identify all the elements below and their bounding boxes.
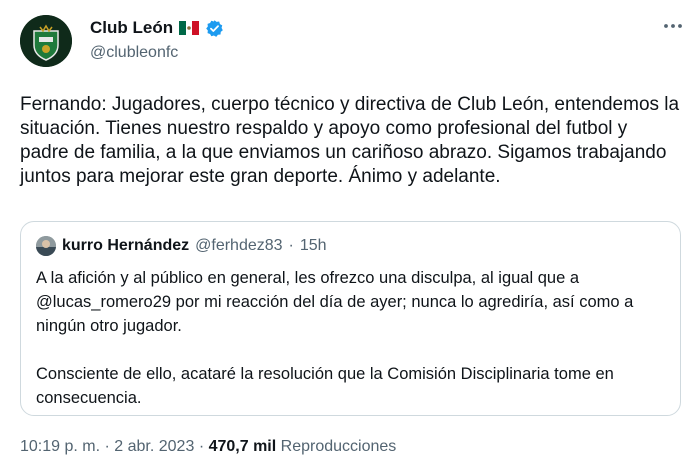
views-label: Reproducciones bbox=[280, 438, 397, 455]
author-name-row: Club León bbox=[90, 18, 224, 38]
quoted-author-handle[interactable]: @ferhdez83 bbox=[195, 237, 282, 255]
quoted-author-avatar[interactable] bbox=[36, 236, 56, 256]
quoted-author-name[interactable]: kurro Hernández bbox=[62, 237, 189, 255]
footer-separator: · bbox=[198, 438, 205, 455]
footer-separator: · bbox=[104, 438, 110, 455]
verified-badge-icon[interactable] bbox=[205, 19, 224, 38]
author-avatar[interactable] bbox=[20, 15, 72, 67]
post-time[interactable]: 10:19 p. m. bbox=[20, 438, 100, 455]
quoted-separator: · bbox=[288, 237, 294, 254]
quoted-paragraph: A la afición y al público en general, le… bbox=[36, 269, 634, 335]
quoted-tweet-text: A la afición y al público en general, le… bbox=[36, 266, 666, 410]
quoted-tweet-header: kurro Hernández @ferhdez83 · 15h bbox=[36, 236, 327, 256]
tweet-footer: 10:19 p. m. · 2 abr. 2023 · 470,7 mil Re… bbox=[20, 438, 396, 456]
post-date[interactable]: 2 abr. 2023 bbox=[114, 438, 194, 455]
more-horizontal-icon[interactable] bbox=[662, 16, 684, 40]
quoted-paragraph: Consciente de ello, acataré la resolució… bbox=[36, 365, 614, 407]
quoted-timestamp[interactable]: 15h bbox=[300, 237, 327, 255]
mexico-flag-icon bbox=[179, 21, 200, 35]
quoted-tweet[interactable]: kurro Hernández @ferhdez83 · 15h A la af… bbox=[20, 221, 681, 416]
tweet-text: Fernando: Jugadores, cuerpo técnico y di… bbox=[20, 94, 680, 187]
author-handle[interactable]: @clubleonfc bbox=[90, 44, 178, 62]
author-name[interactable]: Club León bbox=[90, 18, 173, 38]
club-leon-logo bbox=[20, 15, 72, 67]
views-count: 470,7 mil bbox=[208, 438, 277, 455]
